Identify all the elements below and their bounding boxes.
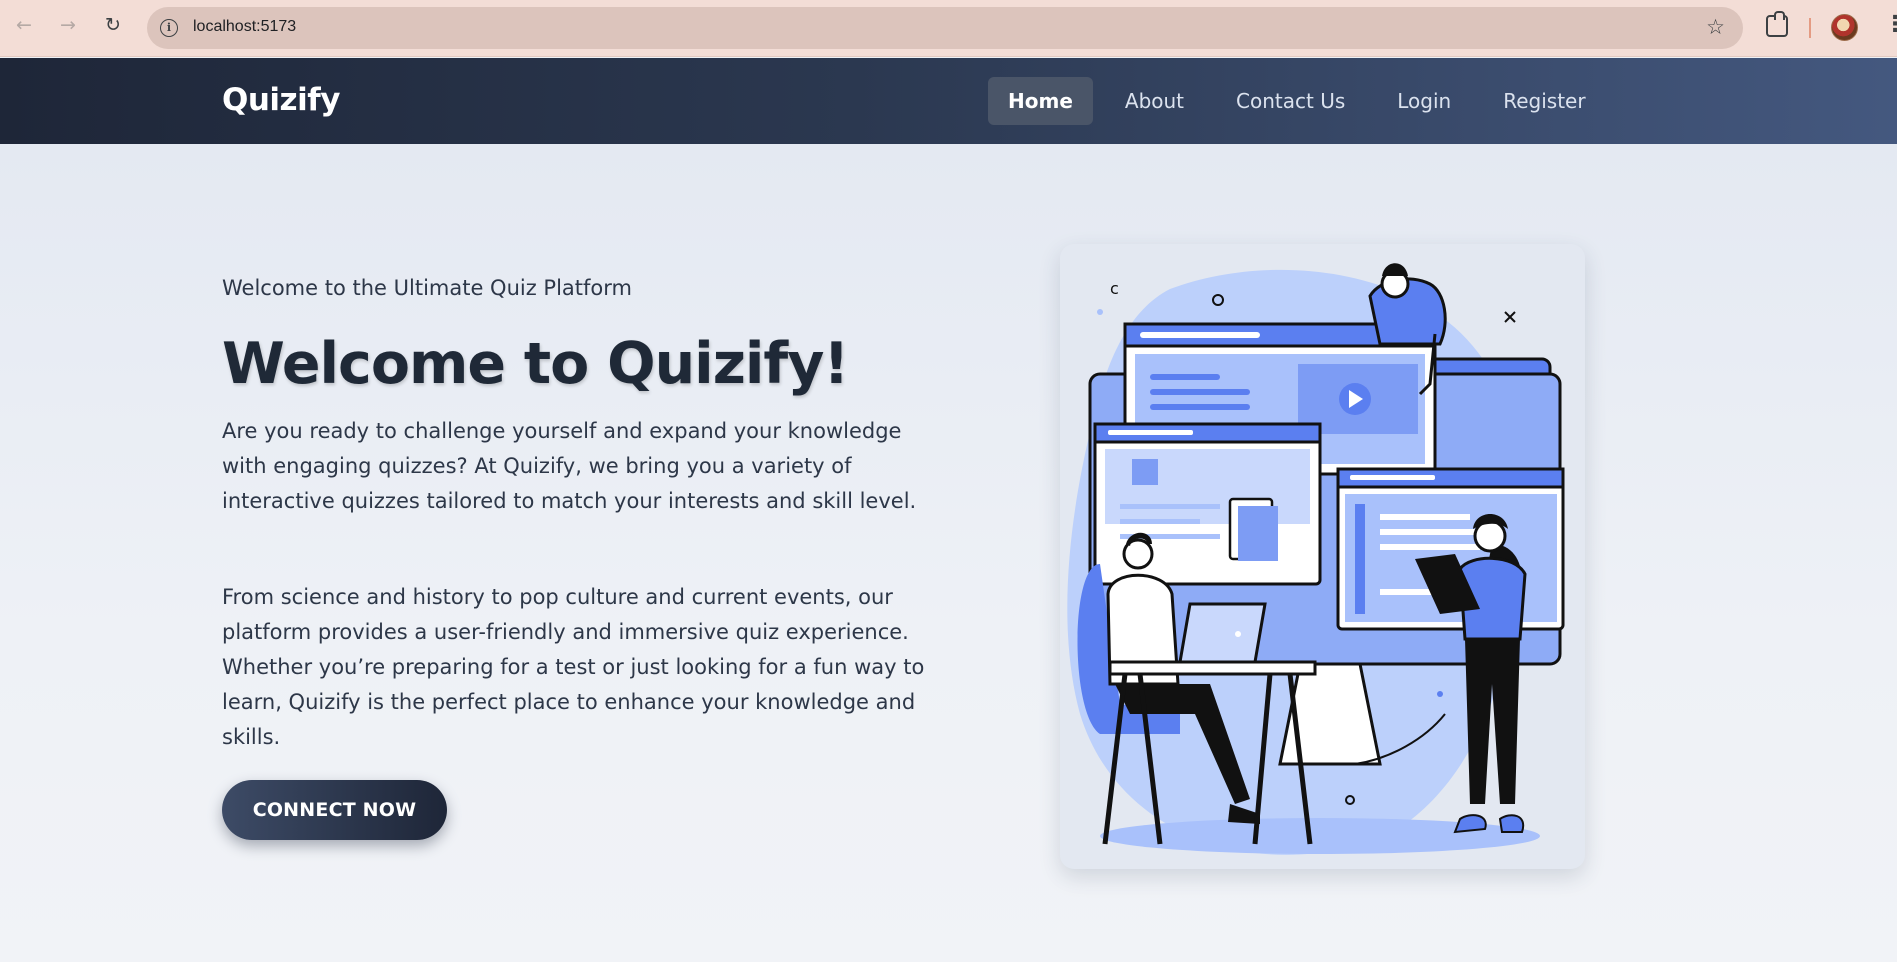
bookmark-star-icon[interactable]: ☆ xyxy=(1706,15,1725,39)
hero-tagline: Welcome to the Ultimate Quiz Platform xyxy=(222,276,632,300)
people-at-computers-illustration: c xyxy=(1067,263,1565,855)
nav-about[interactable]: About xyxy=(1105,77,1204,125)
nav-contact-us[interactable]: Contact Us xyxy=(1216,77,1365,125)
hero-headline: Welcome to Quizify! xyxy=(222,331,849,397)
nav-login[interactable]: Login xyxy=(1377,77,1471,125)
main-nav: Home About Contact Us Login Register xyxy=(988,77,1606,125)
forward-arrow-icon[interactable]: → xyxy=(57,14,79,36)
hero-section: Welcome to the Ultimate Quiz Platform We… xyxy=(0,144,1897,962)
brand-logo-text[interactable]: Quizify xyxy=(222,82,340,118)
nav-register[interactable]: Register xyxy=(1483,77,1605,125)
site-header: Quizify Home About Contact Us Login Regi… xyxy=(0,58,1897,144)
hero-paragraph-1: Are you ready to challenge yourself and … xyxy=(222,419,917,513)
toolbar-divider xyxy=(1809,18,1811,38)
hero-illustration: c xyxy=(1060,244,1585,869)
extensions-puzzle-icon[interactable] xyxy=(1766,11,1788,37)
site-info-icon[interactable]: i xyxy=(160,19,178,37)
hero-paragraph-2: From science and history to pop culture … xyxy=(222,585,925,749)
back-arrow-icon[interactable]: ← xyxy=(13,14,35,36)
connect-now-button[interactable]: CONNECT NOW xyxy=(222,780,447,840)
svg-text:c: c xyxy=(1110,279,1119,298)
profile-avatar[interactable] xyxy=(1831,14,1858,41)
browser-toolbar: ← → ↻ i localhost:5173 ☆ ⋮ xyxy=(0,0,1897,57)
reload-icon[interactable]: ↻ xyxy=(102,14,124,36)
address-bar[interactable]: i localhost:5173 ☆ xyxy=(147,7,1743,49)
more-vert-icon[interactable]: ⋮ xyxy=(1884,14,1897,36)
url-text[interactable]: localhost:5173 xyxy=(193,18,296,36)
nav-home[interactable]: Home xyxy=(988,77,1093,125)
